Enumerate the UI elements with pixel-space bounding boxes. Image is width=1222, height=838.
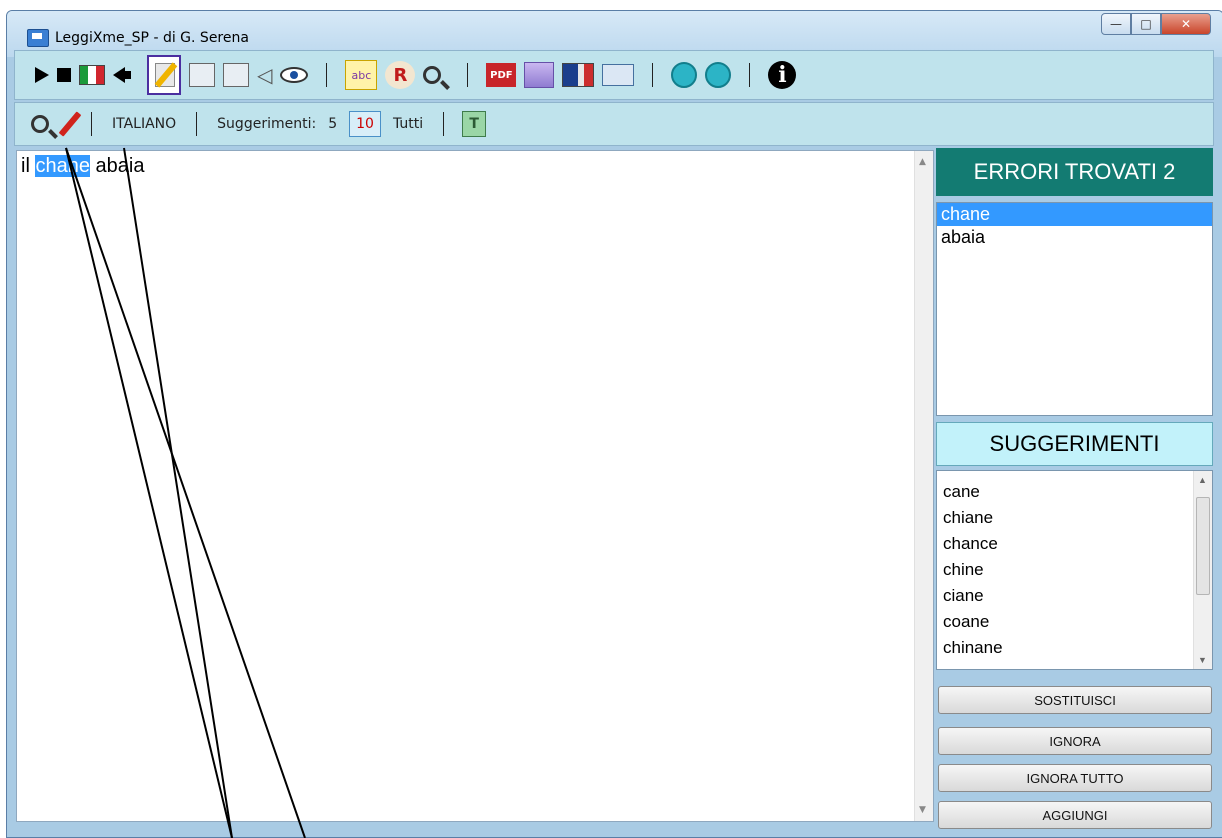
scroll-thumb[interactable] (1196, 497, 1210, 595)
toolbar-separator (652, 63, 654, 87)
keyboard-button[interactable] (602, 60, 635, 90)
eye-button[interactable] (280, 60, 309, 90)
toolbar-separator (91, 112, 92, 136)
minimize-button[interactable]: — (1101, 13, 1131, 35)
toolbar-separator (196, 112, 198, 136)
text-t-icon: T (462, 111, 487, 137)
spellcheck-toolbar: ITALIANO Suggerimenti: 5 10 Tutti T (14, 102, 1214, 146)
edit-document-button[interactable] (147, 55, 181, 95)
italian-flag-icon (79, 65, 105, 85)
editor-scrollbar[interactable]: ▲ ▼ (914, 151, 933, 821)
main-toolbar: ◁ abc R PDF i (14, 50, 1214, 100)
redo-icon (705, 62, 732, 88)
language-italian-button[interactable] (79, 60, 105, 90)
text-format-button[interactable]: T (462, 109, 487, 139)
scroll-down-arrow-icon[interactable]: ▼ (919, 805, 926, 815)
translate-flag-icon (562, 63, 595, 87)
editor-text-before: il (21, 155, 36, 177)
suggestions-header: SUGGERIMENTI (936, 422, 1213, 466)
suggestion-item[interactable]: chiane (937, 505, 1212, 531)
maximize-button[interactable]: □ (1131, 13, 1161, 35)
replace-word-button[interactable]: R (385, 60, 416, 90)
redo-button[interactable] (705, 60, 732, 90)
translate-button[interactable] (562, 60, 595, 90)
ignore-all-button[interactable]: IGNORA TUTTO (938, 764, 1212, 792)
notes-button[interactable] (524, 60, 555, 90)
app-icon (27, 29, 49, 47)
speaker-icon: ◁ (257, 63, 273, 87)
keyboard-icon (602, 64, 635, 86)
r-badge-icon: R (385, 61, 416, 89)
pdf-button[interactable]: PDF (486, 60, 517, 90)
screen-capture-icon (223, 63, 249, 87)
undo-button[interactable] (671, 60, 698, 90)
speaker-button[interactable]: ◁ (257, 60, 272, 90)
edit-document-icon (147, 55, 181, 95)
toolbar-separator (467, 63, 469, 87)
toolbar-separator (443, 112, 445, 136)
play-button[interactable] (19, 60, 49, 90)
errors-found-header: ERRORI TROVATI 2 (936, 148, 1213, 196)
scroll-up-arrow-icon[interactable]: ▲ (1198, 475, 1207, 485)
window-controls: — □ ✕ (1101, 13, 1211, 35)
stop-icon (57, 68, 71, 82)
undo-icon (671, 62, 698, 88)
play-icon (35, 67, 49, 83)
copy-icon (189, 63, 215, 87)
pencil-button[interactable] (58, 109, 82, 139)
suggestions-option-10[interactable]: 10 (349, 111, 381, 137)
error-item[interactable]: abaia (937, 226, 1212, 249)
window-title: LeggiXme_SP - di G. Serena (55, 30, 249, 46)
errors-list[interactable]: chane abaia (936, 202, 1213, 416)
editor-content[interactable]: il chane abaia (21, 155, 144, 178)
info-icon: i (768, 61, 797, 89)
toolbar-separator (326, 63, 328, 87)
eye-icon (280, 67, 309, 83)
stop-button[interactable] (57, 60, 71, 90)
suggestions-list[interactable]: cane chiane chance chine ciane coane chi… (936, 470, 1213, 670)
toolbar-separator (749, 63, 751, 87)
info-button[interactable]: i (768, 60, 797, 90)
suggestion-item[interactable]: chine (937, 557, 1212, 583)
spell-search-button[interactable] (31, 109, 49, 139)
scroll-down-arrow-icon[interactable]: ▼ (1198, 655, 1207, 665)
scroll-up-arrow-icon[interactable]: ▲ (919, 157, 926, 167)
highlighted-error-word[interactable]: chane (35, 155, 90, 177)
replace-button[interactable]: SOSTITUISCI (938, 686, 1212, 714)
suggestions-option-5[interactable]: 5 (328, 116, 337, 132)
ignore-button[interactable]: IGNORA (938, 727, 1212, 755)
notes-icon (524, 62, 555, 88)
search-button[interactable] (423, 60, 442, 90)
suggestions-label: Suggerimenti: (217, 116, 317, 132)
suggestions-scrollbar[interactable]: ▲ ▼ (1193, 471, 1212, 669)
suggestions-option-all[interactable]: Tutti (393, 116, 423, 132)
error-item[interactable]: chane (937, 203, 1212, 226)
magnifier-icon (31, 115, 49, 133)
close-button[interactable]: ✕ (1161, 13, 1211, 35)
language-selector[interactable]: ITALIANO (112, 116, 176, 132)
capture-button[interactable] (223, 60, 249, 90)
pdf-icon: PDF (486, 63, 517, 87)
text-editor[interactable]: il chane abaia ▲ ▼ (16, 150, 934, 822)
suggestion-item[interactable]: ciane (937, 583, 1212, 609)
pencil-icon (58, 111, 82, 137)
suggestion-item[interactable]: chance (937, 531, 1212, 557)
suggestion-item[interactable]: cane (937, 479, 1212, 505)
search-icon (423, 66, 442, 84)
add-button[interactable]: AGGIUNGI (938, 801, 1212, 829)
spellcheck-button[interactable]: abc (345, 60, 378, 90)
editor-text-after: abaia (89, 155, 145, 177)
suggestion-item[interactable]: coane (937, 609, 1212, 635)
spellcheck-icon: abc (345, 60, 378, 90)
back-button[interactable] (113, 60, 131, 90)
suggestion-item[interactable]: chinane (937, 635, 1212, 661)
back-arrow-icon (113, 67, 131, 83)
copy-button[interactable] (189, 60, 215, 90)
